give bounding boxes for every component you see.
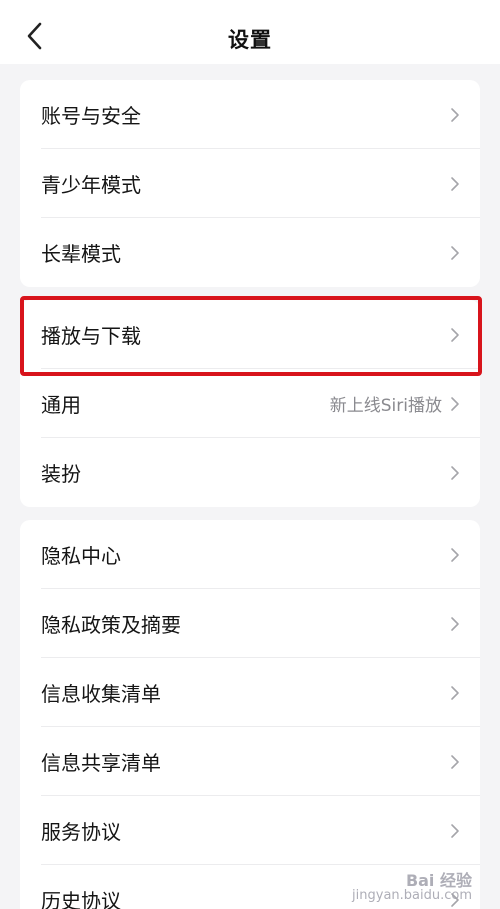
watermark-url: jingyan.baidu.com — [352, 888, 472, 903]
settings-page: 设置 账号与安全 青少年模式 长辈模式 播放与下载 通用 新上线Siri播放 装… — [0, 0, 500, 909]
settings-item-label: 隐私中心 — [41, 544, 121, 568]
settings-item-playback-download[interactable]: 播放与下载 — [20, 300, 480, 369]
settings-item-data-sharing-list[interactable]: 信息共享清单 — [20, 727, 480, 796]
watermark: Bai 经验 jingyan.baidu.com — [352, 871, 472, 904]
watermark-logo-text: Bai 经验 — [405, 871, 472, 890]
settings-group-account: 账号与安全 青少年模式 长辈模式 — [20, 80, 480, 287]
settings-item-general[interactable]: 通用 新上线Siri播放 — [20, 369, 480, 438]
settings-item-label: 账号与安全 — [41, 104, 141, 128]
chevron-right-icon — [450, 396, 460, 412]
settings-item-teen-mode[interactable]: 青少年模式 — [20, 149, 480, 218]
chevron-right-icon — [450, 547, 460, 563]
settings-item-privacy-center[interactable]: 隐私中心 — [20, 520, 480, 589]
settings-item-elder-mode[interactable]: 长辈模式 — [20, 218, 480, 287]
settings-item-appearance[interactable]: 装扮 — [20, 438, 480, 507]
settings-group-privacy: 隐私中心 隐私政策及摘要 信息收集清单 信息共享清单 服务协议 历史协议 — [20, 520, 480, 909]
settings-item-label: 长辈模式 — [41, 242, 121, 266]
chevron-right-icon — [450, 754, 460, 770]
settings-item-label: 隐私政策及摘要 — [41, 613, 181, 637]
chevron-right-icon — [450, 176, 460, 192]
settings-item-label: 服务协议 — [41, 820, 121, 844]
settings-item-account-security[interactable]: 账号与安全 — [20, 80, 480, 149]
settings-item-value: 新上线Siri播放 — [329, 396, 442, 416]
settings-item-label: 装扮 — [41, 462, 81, 486]
settings-item-label: 信息收集清单 — [41, 682, 161, 706]
chevron-right-icon — [450, 685, 460, 701]
settings-item-service-agreement[interactable]: 服务协议 — [20, 796, 480, 865]
settings-item-label: 青少年模式 — [41, 173, 141, 197]
chevron-right-icon — [450, 465, 460, 481]
page-title: 设置 — [228, 28, 272, 52]
settings-group-playback: 播放与下载 通用 新上线Siri播放 装扮 — [20, 300, 480, 507]
settings-item-label: 通用 — [41, 393, 81, 417]
settings-item-privacy-policy[interactable]: 隐私政策及摘要 — [20, 589, 480, 658]
chevron-right-icon — [450, 616, 460, 632]
chevron-right-icon — [450, 245, 460, 261]
chevron-right-icon — [450, 823, 460, 839]
top-navigation-bar: 设置 — [0, 0, 500, 64]
settings-item-label: 信息共享清单 — [41, 751, 161, 775]
chevron-right-icon — [450, 327, 460, 343]
settings-item-data-collection-list[interactable]: 信息收集清单 — [20, 658, 480, 727]
chevron-right-icon — [450, 107, 460, 123]
settings-item-label: 播放与下载 — [41, 324, 141, 348]
